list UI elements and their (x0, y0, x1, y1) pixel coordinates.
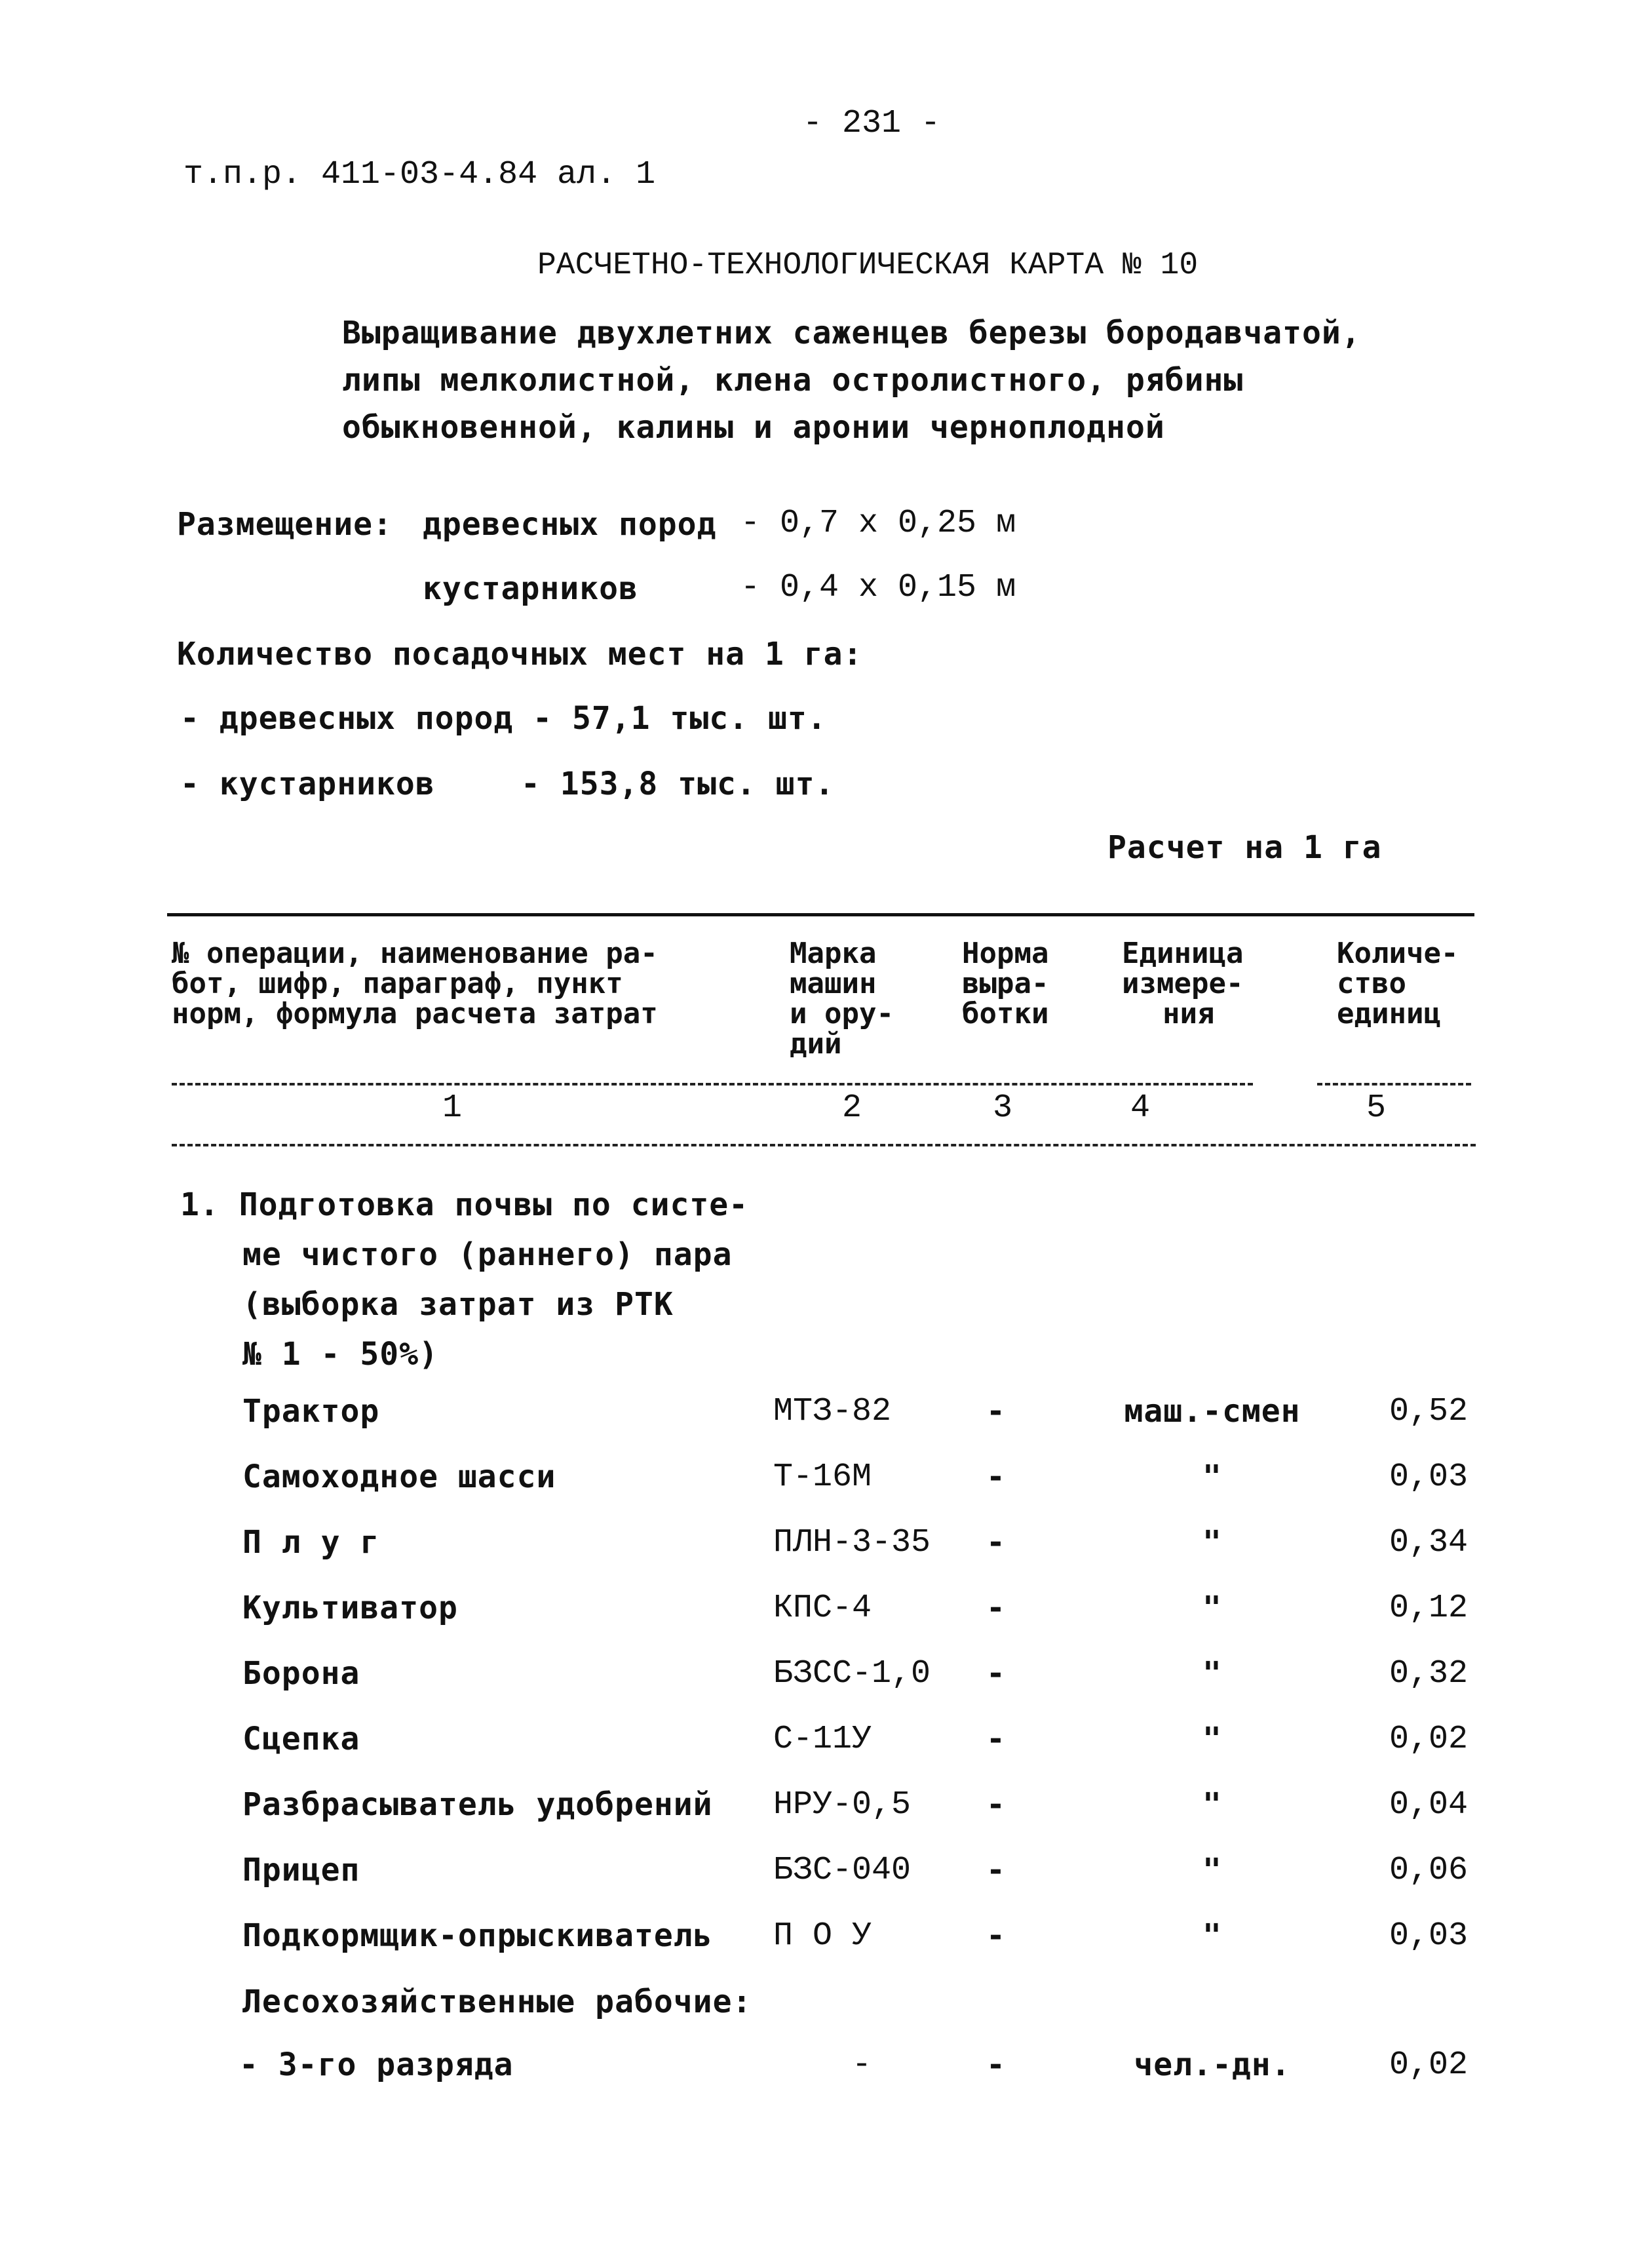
header-col-2: Марка машин и ору-дий (790, 937, 894, 1061)
placement-shrubs-label: кустарников (423, 570, 638, 607)
cell-unit: " (1202, 1786, 1222, 1823)
column-number: 2 (841, 1089, 862, 1127)
header-col-3: Норма выра-ботки (962, 937, 1049, 1030)
cell-unit: " (1202, 1524, 1222, 1561)
header-mid-rule-col5 (1317, 1083, 1471, 1085)
page-title: РАСЧЕТНО-ТЕХНОЛОГИЧЕСКАЯ КАРТА № 10 (537, 248, 1199, 283)
cell-quantity: 0,02 (1389, 2046, 1468, 2084)
cell-operation: Подкормщик-опрыскиватель (242, 1917, 713, 1954)
cell-quantity: 0,12 (1389, 1590, 1468, 1627)
placement-label: Размещение: (177, 506, 393, 543)
section-line: (выборка затрат из РТК (242, 1286, 674, 1323)
header-col-5: Количе-ство единиц (1337, 937, 1459, 1030)
cell-operation: Культиватор (242, 1590, 458, 1626)
header-bottom-rule (172, 1144, 1476, 1146)
cell-unit: " (1202, 1852, 1222, 1888)
cell-machine-mark: МТЗ-82 (773, 1393, 892, 1430)
cell-machine-mark: - (852, 2046, 872, 2084)
cell-machine-mark: НРУ-0,5 (773, 1786, 912, 1824)
cell-operation: Сцепка (242, 1721, 360, 1757)
cell-output-norm: - (986, 1786, 1006, 1823)
cell-unit: маш.-смен (1124, 1393, 1301, 1430)
cell-unit: " (1202, 1655, 1222, 1692)
planting-count-shrubs-value: - 153,8 тыс. шт. (521, 766, 835, 802)
header-col-4: Единица измере-ния (1122, 937, 1244, 1030)
cell-output-norm: - (986, 1458, 1006, 1495)
section-line: ме чистого (раннего) пара (242, 1236, 733, 1273)
cell-machine-mark: БЗС-040 (773, 1852, 912, 1889)
column-number: 3 (992, 1089, 1012, 1127)
cell-quantity: 0,04 (1389, 1786, 1468, 1824)
cell-machine-mark: ПЛН-3-35 (773, 1524, 931, 1561)
cell-unit: чел.-дн. (1134, 2046, 1291, 2083)
cell-machine-mark: П О У (773, 1917, 872, 1955)
cell-output-norm: - (986, 1393, 1006, 1430)
section-line: № 1 - 50%) (242, 1336, 438, 1373)
subtitle-line: обыкновенной, калины и аронии черноплодн… (342, 409, 1165, 446)
cell-unit: " (1202, 1458, 1222, 1495)
cell-unit: " (1202, 1917, 1222, 1954)
cell-operation: Разбрасыватель удобрений (242, 1786, 713, 1823)
workers-label: Лесохозяйственные рабочие: (242, 1984, 752, 2020)
cell-quantity: 0,34 (1389, 1524, 1468, 1561)
cell-operation: - 3-го разряда (239, 2046, 514, 2083)
cell-quantity: 0,52 (1389, 1393, 1468, 1430)
cell-quantity: 0,32 (1389, 1655, 1468, 1692)
planting-count-shrubs-label: - кустарников (180, 766, 435, 802)
cell-quantity: 0,02 (1389, 1721, 1468, 1758)
cell-operation: Прицеп (242, 1852, 360, 1888)
placement-shrubs-value: - 0,4 х 0,15 м (740, 569, 1016, 606)
planting-count-heading: Количество посадочных мест на 1 га: (177, 636, 863, 673)
cell-machine-mark: С-11У (773, 1721, 872, 1758)
cell-output-norm: - (986, 1524, 1006, 1561)
cell-quantity: 0,03 (1389, 1458, 1468, 1496)
cell-quantity: 0,06 (1389, 1852, 1468, 1889)
column-number: 5 (1366, 1089, 1386, 1127)
cell-output-norm: - (986, 1917, 1006, 1954)
table-top-rule (167, 913, 1474, 916)
cell-operation: Трактор (242, 1393, 380, 1430)
cell-operation: Самоходное шасси (242, 1458, 556, 1495)
cell-unit: " (1202, 1721, 1222, 1757)
cell-output-norm: - (986, 1852, 1006, 1888)
cell-output-norm: - (986, 1655, 1006, 1692)
placement-trees-value: - 0,7 х 0,25 м (740, 505, 1016, 542)
cell-operation: П л у г (242, 1524, 380, 1561)
column-number: 4 (1130, 1089, 1150, 1127)
cell-output-norm: - (986, 2046, 1006, 2083)
subtitle-line: липы мелколистной, клена остролистного, … (342, 362, 1244, 399)
cell-output-norm: - (986, 1721, 1006, 1757)
cell-quantity: 0,03 (1389, 1917, 1468, 1955)
header-mid-rule (172, 1083, 1253, 1085)
document-reference: т.п.р. 411-03-4.84 ал. 1 (183, 156, 656, 193)
cell-machine-mark: Т-16М (773, 1458, 872, 1496)
cell-unit: " (1202, 1590, 1222, 1626)
header-col-1: № операции, наименование ра-бот, шифр, п… (172, 937, 658, 1030)
planting-count-trees: - древесных пород - 57,1 тыс. шт. (180, 700, 827, 737)
column-number: 1 (442, 1089, 462, 1127)
cell-machine-mark: БЗСС-1,0 (773, 1655, 931, 1692)
cell-machine-mark: КПС-4 (773, 1590, 872, 1627)
section-line: 1. Подготовка почвы по систе- (180, 1186, 749, 1223)
calculation-basis: Расчет на 1 га (1107, 829, 1382, 866)
placement-trees-label: древесных пород (423, 506, 717, 543)
cell-output-norm: - (986, 1590, 1006, 1626)
subtitle-line: Выращивание двухлетних саженцев березы б… (342, 315, 1361, 351)
page-number: - 231 - (803, 105, 941, 142)
cell-operation: Борона (242, 1655, 360, 1692)
